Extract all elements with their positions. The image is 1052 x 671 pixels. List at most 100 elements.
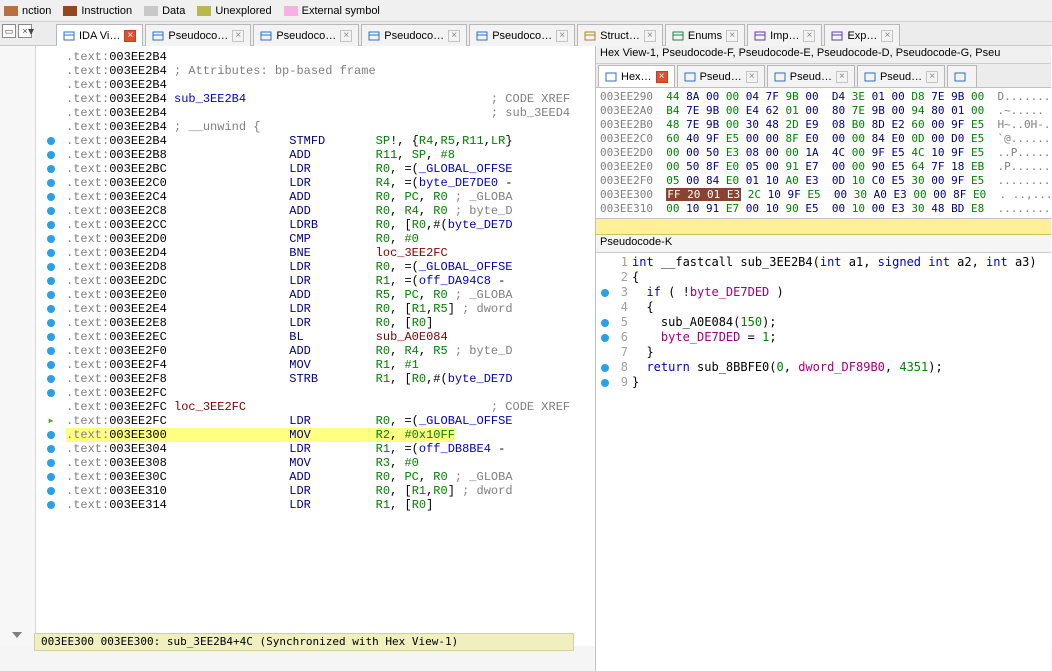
tab-icon [954, 71, 966, 83]
pseudocode-view[interactable]: 1int __fastcall sub_3EE2B4(int a1, signe… [596, 253, 1051, 392]
tab-close-icon[interactable]: × [556, 30, 568, 42]
legend-swatch [63, 6, 77, 16]
gutter [36, 190, 66, 204]
line-number: 8 [614, 360, 632, 375]
pcode-line[interactable]: 5 sub_A0E084(150); [596, 315, 1051, 330]
hex-row[interactable]: 003EE310 00 10 91 E7 00 10 90 E5 00 10 0… [600, 202, 1047, 216]
gutter [596, 315, 614, 330]
tab-label: Pseudoco… [492, 30, 552, 42]
line-number: 7 [614, 345, 632, 360]
tab-label: Pseudoco… [384, 30, 444, 42]
tab-ida vi[interactable]: IDA Vi… × [56, 24, 143, 46]
tab-close-icon[interactable]: × [926, 71, 938, 83]
gutter [36, 120, 66, 134]
tab-close-icon[interactable]: × [803, 30, 815, 42]
tab-icon [684, 71, 696, 83]
right-tab[interactable]: Pseud… × [857, 65, 945, 87]
gutter [596, 255, 614, 270]
legend-label: Instruction [81, 5, 132, 17]
right-tab[interactable]: Pseud… × [767, 65, 855, 87]
tab-label: Pseud… [790, 71, 832, 83]
pcode-line[interactable]: 3 if ( !byte_DE7DED ) [596, 285, 1051, 300]
tab-exp[interactable]: Exp…× [824, 24, 900, 46]
tab-icon [476, 30, 488, 42]
hex-row[interactable]: 003EE2D0 00 00 50 E3 08 00 00 1A 4C 00 9… [600, 146, 1047, 160]
right-tab-bar: Hex… × Pseud… × Pseud… × Pseud… × [596, 64, 1051, 88]
legend-swatch [144, 6, 158, 16]
tab-enums[interactable]: Enums × [665, 24, 745, 46]
gutter [36, 232, 66, 246]
line-number: 1 [614, 255, 632, 270]
right-tab[interactable]: Pseud… × [677, 65, 765, 87]
hex-row[interactable]: 003EE290 44 8A 00 00 04 7F 9B 00 D4 3E 0… [600, 90, 1047, 104]
gutter [36, 456, 66, 470]
right-pane: Hex View-1, Pseudocode-F, Pseudocode-E, … [595, 46, 1051, 671]
tab-imp[interactable]: Imp…× [747, 24, 822, 46]
tab-close-icon[interactable]: × [726, 30, 738, 42]
tab-close-icon[interactable]: × [340, 30, 352, 42]
pcode-line[interactable]: 1int __fastcall sub_3EE2B4(int a1, signe… [596, 255, 1051, 270]
tab-icon [260, 30, 272, 42]
gutter [596, 360, 614, 375]
right-tab[interactable] [947, 65, 977, 87]
hex-row[interactable]: 003EE2B0 48 7E 9B 00 30 48 2D E9 08 B0 8… [600, 118, 1047, 132]
gutter [36, 92, 66, 106]
gutter [36, 218, 66, 232]
tab-close-icon[interactable]: × [232, 30, 244, 42]
gutter [36, 442, 66, 456]
gutter [36, 64, 66, 78]
dropdown-icon[interactable]: ▾ [28, 24, 42, 38]
tab-bar: IDA Vi…×Pseudoco…×Pseudoco…×Pseudoco…×Ps… [56, 22, 902, 46]
tab-close-icon[interactable]: × [448, 30, 460, 42]
tab-label: Pseud… [880, 71, 922, 83]
hex-row[interactable]: 003EE2C0 60 40 9F E5 00 00 8F E0 00 00 8… [600, 132, 1047, 146]
pcode-line[interactable]: 2{ [596, 270, 1051, 285]
legend-label: Unexplored [215, 5, 271, 17]
tab-pseudoco[interactable]: Pseudoco… × [361, 24, 467, 46]
tab-label: Pseud… [700, 71, 742, 83]
right-tab[interactable]: Hex… × [598, 65, 675, 87]
tab-close-icon[interactable]: × [746, 71, 758, 83]
tab-pseudoco[interactable]: Pseudoco…× [145, 24, 251, 46]
gutter [36, 498, 66, 512]
pcode-line[interactable]: 4 { [596, 300, 1051, 315]
tab-close-icon[interactable]: × [836, 71, 848, 83]
gutter: ▸ [36, 414, 66, 428]
hex-row[interactable]: 003EE2A0 B4 7E 9B 00 E4 62 01 00 80 7E 9… [600, 104, 1047, 118]
gutter [36, 134, 66, 148]
tab-close-icon[interactable]: × [656, 71, 668, 83]
hex-view[interactable]: 003EE290 44 8A 00 00 04 7F 9B 00 D4 3E 0… [596, 88, 1051, 219]
tab-struct[interactable]: Struct… × [577, 24, 663, 46]
tab-close-icon[interactable]: × [644, 30, 656, 42]
status-bar: 003EE300 003EE300: sub_3EE2B4+4C (Synchr… [34, 633, 574, 651]
hex-row[interactable]: 003EE2F0 05 00 84 E0 01 10 A0 E3 0D 10 C… [600, 174, 1047, 188]
legend-swatch [284, 6, 298, 16]
line-number: 6 [614, 330, 632, 345]
tab-label: Struct… [600, 30, 640, 42]
gutter [36, 316, 66, 330]
collapse-icon[interactable] [12, 632, 22, 638]
tab-pseudoco[interactable]: Pseudoco… × [253, 24, 359, 46]
tab-icon [831, 30, 843, 42]
pcode-line[interactable]: 8 return sub_8BBFE0(0, dword_DF89B0, 435… [596, 360, 1051, 375]
gutter [36, 78, 66, 92]
tab-label: Enums [688, 30, 722, 42]
legend-swatch [4, 6, 18, 16]
tab-pseudoco[interactable]: Pseudoco… × [469, 24, 575, 46]
tab-label: Pseudoco… [276, 30, 336, 42]
tab-icon [672, 30, 684, 42]
pcode-line[interactable]: 6 byte_DE7DED = 1; [596, 330, 1051, 345]
tab-icon [584, 30, 596, 42]
hex-row[interactable]: 003EE300 FF 20 01 E3 2C 10 9F E5 00 30 A… [600, 188, 1047, 202]
pcode-line[interactable]: 7 } [596, 345, 1051, 360]
line-number: 4 [614, 300, 632, 315]
tab-label: Hex… [621, 71, 652, 83]
pin-icon[interactable]: ▭ [2, 24, 16, 38]
tab-icon [368, 30, 380, 42]
tab-close-icon[interactable]: × [124, 30, 136, 42]
tab-close-icon[interactable]: × [881, 30, 893, 42]
hex-row[interactable]: 003EE2E0 00 50 8F E0 05 00 91 E7 00 00 9… [600, 160, 1047, 174]
tab-label: IDA Vi… [79, 30, 120, 42]
pcode-line[interactable]: 9} [596, 375, 1051, 390]
gutter [36, 372, 66, 386]
